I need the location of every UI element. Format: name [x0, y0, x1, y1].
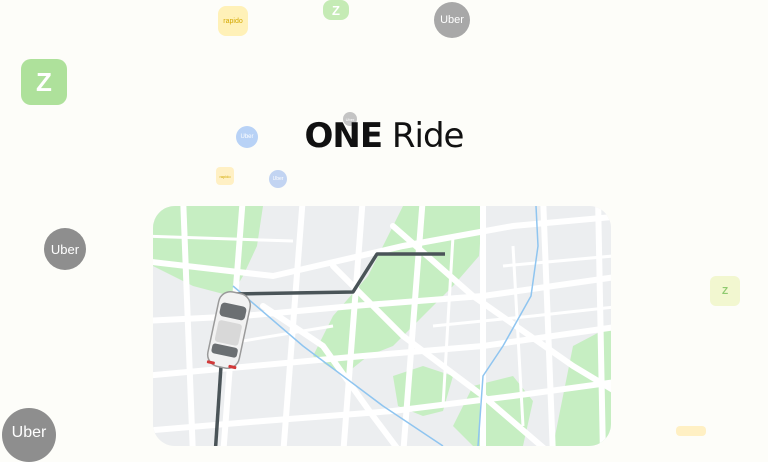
title-bold: ONE	[304, 116, 384, 156]
zoom-logo-right: Z	[710, 276, 740, 306]
zoom-logo-top: Z	[323, 0, 349, 20]
zoom-logo-left: Z	[21, 59, 67, 105]
title-light: Ride	[391, 116, 465, 156]
map-illustration	[153, 206, 611, 446]
map-card	[153, 206, 611, 446]
rapido-logo-top: rapido	[218, 6, 248, 36]
uber-logo-top-right: Uber	[434, 2, 470, 38]
page-title: ONE Ride	[0, 116, 768, 156]
uber-logo-small-2: Uber	[269, 170, 287, 188]
uber-logo-left: Uber	[44, 228, 86, 270]
rapido-logo-bottom-right	[676, 426, 706, 436]
uber-logo-bottom-left: Uber	[2, 408, 56, 462]
rapido-logo-small: rapido	[216, 167, 234, 185]
